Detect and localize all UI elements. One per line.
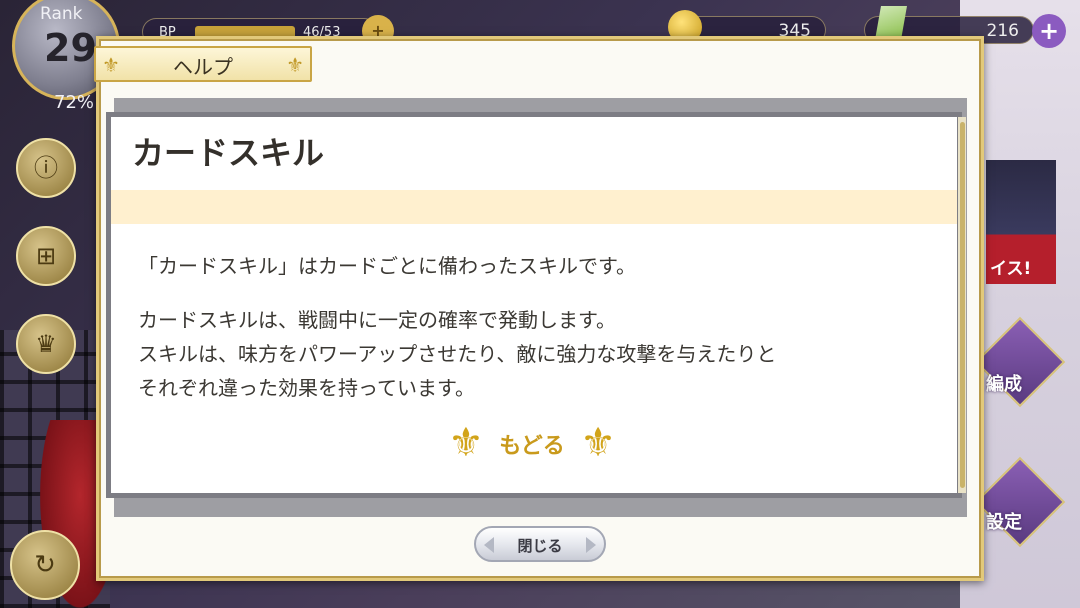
gem-plus-icon[interactable]: + xyxy=(1032,14,1066,48)
settings-label: 設定 xyxy=(986,512,1022,533)
event-banner-text: イス! xyxy=(990,259,1032,279)
fleur-de-lis-icon: ⚜ xyxy=(580,420,616,466)
rank-percent: 72% xyxy=(54,92,95,113)
help-paragraph: スキルは、味方をパワーアップさせたり、敵に強力な攻撃を与えたりと xyxy=(138,342,777,366)
help-paragraph: 「カードスキル」はカードごとに備わったスキルです。 xyxy=(138,254,636,278)
close-label: 閉じる xyxy=(517,537,563,555)
gift-icon[interactable]: ⊞ xyxy=(16,226,76,286)
help-paragraph: それぞれ違った効果を持っています。 xyxy=(138,376,475,400)
help-paragraph: カードスキルは、戦闘中に一定の確率で発動します。 xyxy=(138,308,616,332)
rank-value: 29 xyxy=(44,26,97,70)
heading-band xyxy=(111,190,957,224)
edit-label: 編成 xyxy=(986,374,1022,395)
dialog-title: ヘルプ xyxy=(173,55,233,79)
dialog-tab: ⚜ ヘルプ ⚜ xyxy=(94,46,312,82)
info-icon[interactable]: ⓘ xyxy=(16,138,76,198)
right-arrow-icon xyxy=(586,537,596,553)
refresh-icon[interactable]: ↻ xyxy=(10,530,80,600)
back-button[interactable]: ⚜ もどる ⚜ xyxy=(448,418,616,470)
scrollbar-thumb[interactable] xyxy=(960,122,965,488)
crown-icon[interactable]: ♛ xyxy=(16,314,76,374)
rank-label: Rank xyxy=(40,4,83,24)
close-button[interactable]: 閉じる xyxy=(474,526,606,562)
help-heading: カードスキル xyxy=(132,134,325,172)
fleur-de-lis-icon: ⚜ xyxy=(286,53,304,77)
